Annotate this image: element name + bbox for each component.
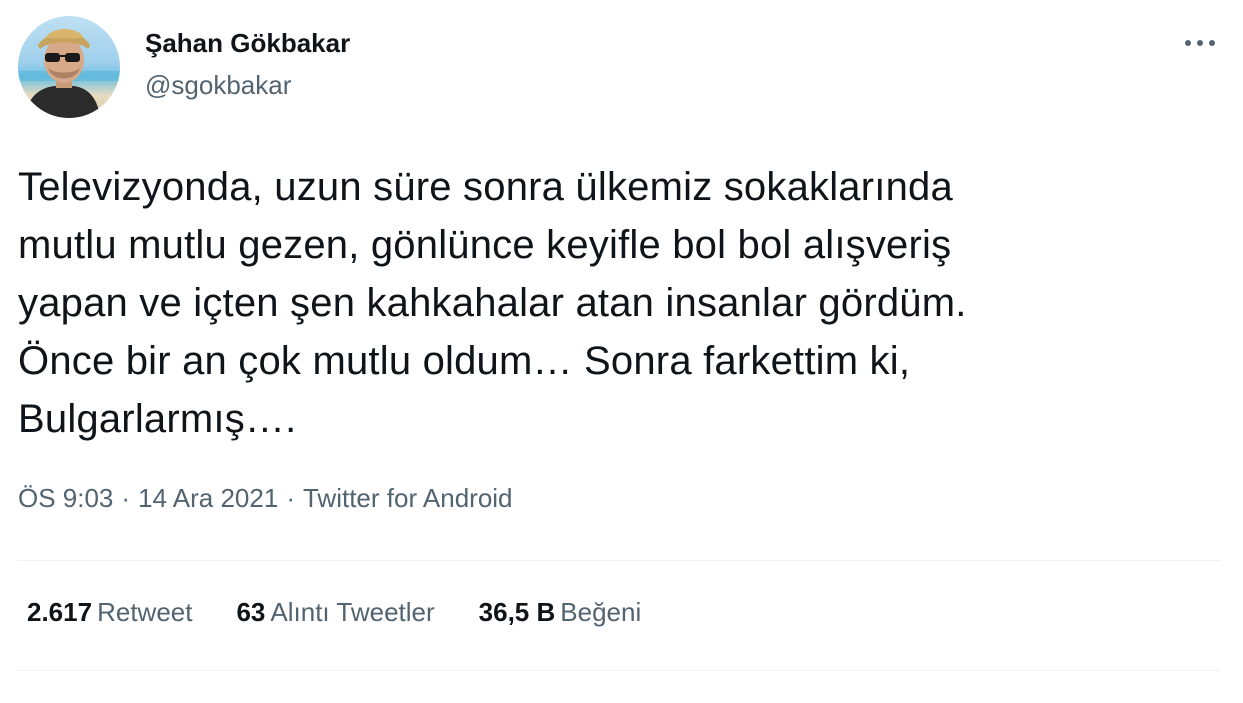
likes-stat[interactable]: 36,5 B Beğeni <box>479 597 642 628</box>
retweets-stat[interactable]: 2.617 Retweet <box>27 597 192 628</box>
likes-label: Beğeni <box>560 597 642 627</box>
divider <box>18 670 1220 671</box>
tweet-source[interactable]: Twitter for Android <box>303 483 513 513</box>
tweet-stats: 2.617 Retweet 63 Alıntı Tweetler 36,5 B Beğ… <box>27 597 641 628</box>
tweet-metadata: ÖS 9:03 · 14 Ara 2021 · Twitter for Android <box>18 483 513 514</box>
more-options-button[interactable] <box>1180 28 1220 58</box>
retweets-count: 2.617 <box>27 597 93 627</box>
meta-separator: · <box>286 483 295 513</box>
avatar[interactable] <box>18 16 120 118</box>
quotes-count: 63 <box>236 597 266 627</box>
quotes-stat[interactable]: 63 Alıntı Tweetler <box>236 597 434 628</box>
author-name[interactable]: Şahan Gökbakar <box>145 28 350 59</box>
author-handle[interactable]: @sgokbakar <box>145 70 291 101</box>
profile-photo-icon <box>18 29 120 118</box>
tweet-date[interactable]: 14 Ara 2021 <box>138 483 278 513</box>
meta-separator: · <box>121 483 131 513</box>
likes-count: 36,5 B <box>478 597 556 627</box>
retweets-label: Retweet <box>97 597 193 627</box>
tweet-time[interactable]: ÖS 9:03 <box>18 483 113 513</box>
ellipsis-icon <box>1185 40 1215 46</box>
tweet-detail: Şahan Gökbakar @sgokbakar Televizyonda, … <box>0 0 1243 703</box>
quotes-label: Alıntı Tweetler <box>270 597 435 627</box>
tweet-text: Televizyonda, uzun süre sonra ülkemiz so… <box>18 165 967 441</box>
divider <box>18 560 1220 561</box>
